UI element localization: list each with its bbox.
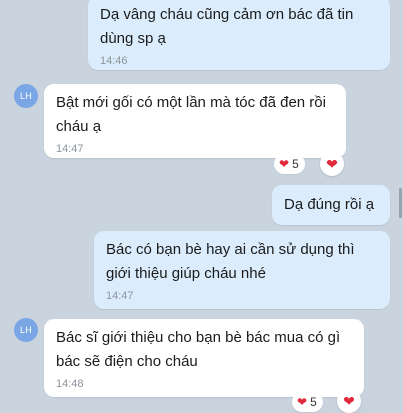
outgoing-message-bubble[interactable]: Dạ vâng cháu cũng cảm ơn bác đã tin dùng… <box>88 0 390 70</box>
heart-icon: ❤ <box>279 157 290 171</box>
heart-icon: ❤ <box>326 156 338 172</box>
reaction-count: 5 <box>310 395 317 409</box>
reaction-badge[interactable]: ❤ 5 <box>292 392 323 412</box>
scrollbar[interactable] <box>399 188 402 218</box>
message-text: Dạ đúng rồi ạ <box>284 196 375 213</box>
incoming-message-bubble[interactable]: Bật mới gối có một lần mà tóc đã đen rồi… <box>44 84 346 158</box>
add-reaction-button[interactable]: ❤ <box>337 389 361 413</box>
reaction-badge[interactable]: ❤ 5 <box>274 154 305 174</box>
message-text: Dạ vâng cháu cũng cảm ơn bác đã tin dùng… <box>100 6 354 47</box>
outgoing-message-bubble[interactable]: Dạ đúng rồi ạ <box>272 185 390 225</box>
chat-view[interactable]: Dạ vâng cháu cũng cảm ơn bác đã tin dùng… <box>0 0 403 413</box>
message-text: Bác sĩ giới thiệu cho bạn bè bác mua có … <box>56 329 341 370</box>
sender-avatar[interactable]: LH <box>14 84 38 108</box>
reaction-count: 5 <box>292 157 299 171</box>
message-text: Bác có bạn bè hay ai cần sử dụng thì giớ… <box>106 241 355 282</box>
message-text: Bật mới gối có một lần mà tóc đã đen rồi… <box>56 94 326 135</box>
add-reaction-button[interactable]: ❤ <box>320 152 344 176</box>
incoming-message-bubble[interactable]: Bác sĩ giới thiệu cho bạn bè bác mua có … <box>44 319 364 397</box>
message-time: 14:48 <box>56 378 84 390</box>
outgoing-message-bubble[interactable]: Bác có bạn bè hay ai cần sử dụng thì giớ… <box>94 231 390 309</box>
heart-icon: ❤ <box>297 395 308 409</box>
sender-avatar[interactable]: LH <box>14 318 38 342</box>
message-time: 14:46 <box>100 55 128 67</box>
heart-icon: ❤ <box>343 393 355 409</box>
message-time: 14:47 <box>106 290 134 302</box>
